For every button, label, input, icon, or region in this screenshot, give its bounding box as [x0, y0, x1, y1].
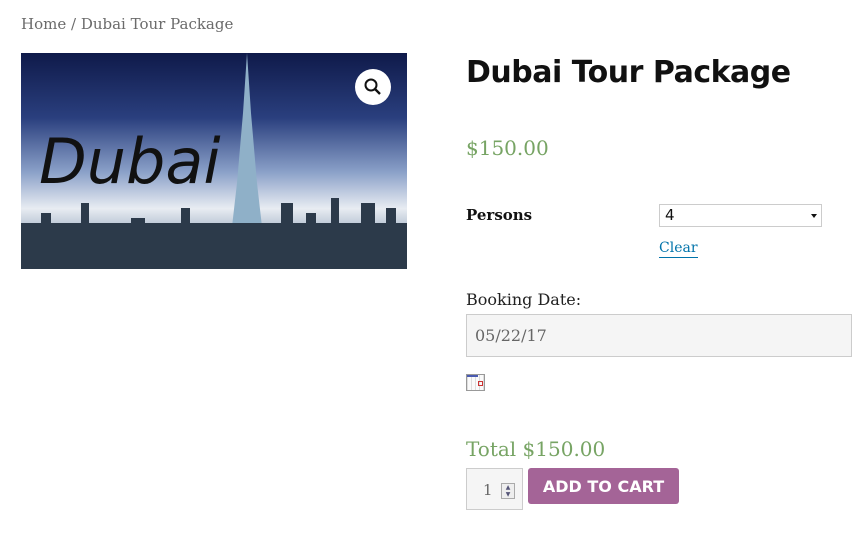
chevron-down-icon [811, 214, 817, 218]
breadcrumb: Home / Dubai Tour Package [21, 15, 233, 33]
breadcrumb-current: Dubai Tour Package [80, 15, 234, 33]
persons-value: 4 [665, 206, 675, 224]
calendar-icon[interactable] [466, 374, 485, 391]
image-lettering: Dubai [39, 125, 221, 198]
dubai-skyline-image: Dubai [21, 53, 407, 269]
zoom-magnifier-button[interactable] [355, 69, 391, 105]
booking-date-input[interactable]: 05/22/17 [466, 314, 852, 357]
quantity-stepper[interactable]: 1 ▲ ▼ [466, 468, 523, 510]
clear-link[interactable]: Clear [659, 240, 698, 258]
add-to-cart-button[interactable]: ADD TO CART [528, 468, 679, 504]
quantity-value: 1 [483, 481, 493, 499]
breadcrumb-home[interactable]: Home [21, 15, 66, 33]
product-title: Dubai Tour Package [466, 55, 791, 90]
spinner-arrows-icon[interactable]: ▲ ▼ [501, 483, 515, 499]
booking-date-label: Booking Date: [466, 290, 582, 309]
magnifier-icon [364, 78, 381, 95]
persons-label: Persons [466, 206, 533, 224]
persons-select[interactable]: 4 [659, 204, 822, 227]
total-price: Total $150.00 [466, 437, 606, 461]
product-price: $150.00 [466, 136, 549, 160]
product-image[interactable]: Dubai [21, 53, 407, 269]
breadcrumb-separator: / [66, 15, 81, 33]
